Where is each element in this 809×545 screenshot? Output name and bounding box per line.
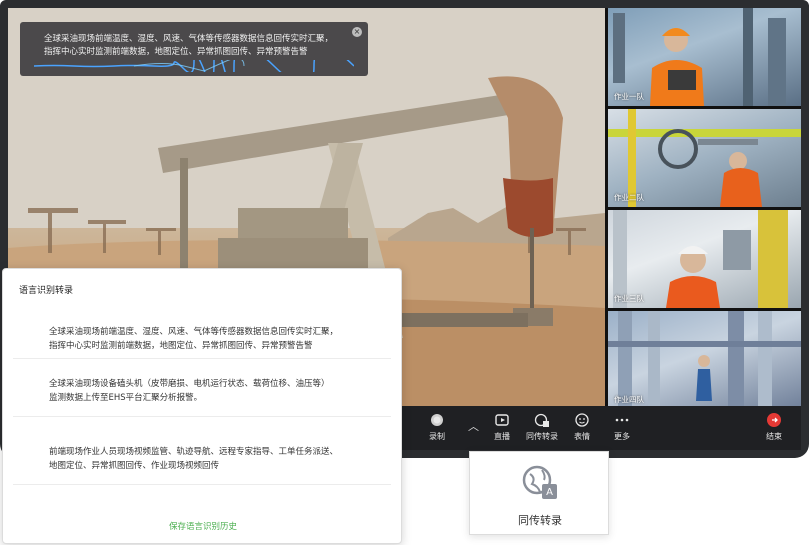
transcript-entry: 全球采油现场设备磕头机（皮带磨损、电机运行状态、载荷位移、油压等） 监测数据上传… — [13, 359, 391, 417]
emoji-button[interactable]: 表情 — [562, 412, 602, 442]
end-label: 结束 — [766, 432, 782, 441]
transcribe-feature-card[interactable]: A 同传转录 — [469, 451, 609, 535]
thumbnail-label: 作业三队 — [614, 294, 644, 303]
end-meeting-button[interactable]: 结束 — [754, 412, 794, 442]
transcribe-button[interactable]: 同传转录 — [522, 412, 562, 442]
thumbnail-team-2[interactable]: 作业二队 — [608, 109, 801, 207]
caption-line-2: 指挥中心实时监测前端数据，地图定位、异常抓图回传、异常预警告警 — [44, 47, 308, 57]
more-button[interactable]: 更多 — [602, 412, 642, 442]
globe-translate-icon — [534, 413, 549, 427]
entry-line-2: 指挥中心实时监测前端数据，地图定位、异常抓图回传、异常预警告警 — [49, 341, 313, 351]
participant-thumbnails: 作业一队 作业二队 作业三队 作业四队 — [608, 8, 801, 409]
more-dots-icon — [615, 418, 629, 422]
record-icon — [431, 414, 443, 426]
transcribe-label: 同传转录 — [526, 432, 558, 441]
record-label: 录制 — [429, 432, 445, 441]
entry-line-1: 全球采油现场设备磕头机（皮带磨损、电机运行状态、载荷位移、油压等） — [49, 379, 330, 389]
entry-line-2: 监测数据上传至EHS平台汇聚分析报警。 — [49, 393, 203, 403]
entry-line-1: 前端现场作业人员现场视频监管、轨迹导航、远程专家指导、工单任务派送、 — [49, 447, 339, 457]
thumbnail-label: 作业二队 — [614, 193, 644, 202]
caption-line-1: 全球采油现场前端温度、湿度、风速、气体等传感器数据信息回传实时汇聚， — [44, 34, 334, 44]
card-label: 同传转录 — [518, 514, 562, 527]
app-stage: 全球采油现场前端温度、湿度、风速、气体等传感器数据信息回传实时汇聚， 指挥中心实… — [0, 0, 809, 545]
audio-waveform-icon — [34, 60, 354, 72]
live-label: 直播 — [494, 432, 510, 441]
emoji-icon — [575, 413, 589, 427]
live-button[interactable]: 直播 — [482, 412, 522, 442]
thumbnail-team-4[interactable]: 作业四队 — [608, 311, 801, 409]
panel-title: 语言识别转录 — [19, 286, 74, 296]
thumbnail-label: 作业四队 — [614, 395, 644, 404]
chevron-up-icon[interactable]: ︿ — [468, 418, 479, 434]
globe-translate-icon: A — [522, 465, 557, 499]
close-icon[interactable]: × — [352, 27, 362, 37]
live-stream-icon — [495, 414, 509, 426]
thumbnail-team-1[interactable]: 作业一队 — [608, 8, 801, 106]
transcript-entry: 全球采油现场前端温度、湿度、风速、气体等传感器数据信息回传实时汇聚， 指挥中心实… — [13, 309, 391, 359]
transcript-entry: 前端现场作业人员现场视频监管、轨迹导航、远程专家指导、工单任务派送、 地图定位、… — [13, 417, 391, 485]
emoji-label: 表情 — [574, 432, 590, 441]
thumbnail-team-3[interactable]: 作业三队 — [608, 210, 801, 308]
live-caption-overlay: 全球采油现场前端温度、湿度、风速、气体等传感器数据信息回传实时汇聚， 指挥中心实… — [20, 22, 368, 76]
record-button[interactable]: 录制 — [417, 412, 457, 442]
more-label: 更多 — [614, 432, 630, 441]
exit-icon — [767, 413, 781, 427]
entry-line-1: 全球采油现场前端温度、湿度、风速、气体等传感器数据信息回传实时汇聚， — [49, 327, 339, 337]
svg-text:A: A — [546, 487, 553, 498]
entry-line-2: 地图定位、异常抓图回传、作业现场视频回传 — [49, 461, 220, 471]
transcript-panel: 语言识别转录 全球采油现场前端温度、湿度、风速、气体等传感器数据信息回传实时汇聚… — [2, 268, 402, 544]
save-history-link[interactable]: 保存语言识别历史 — [3, 520, 403, 532]
thumbnail-label: 作业一队 — [614, 92, 644, 101]
